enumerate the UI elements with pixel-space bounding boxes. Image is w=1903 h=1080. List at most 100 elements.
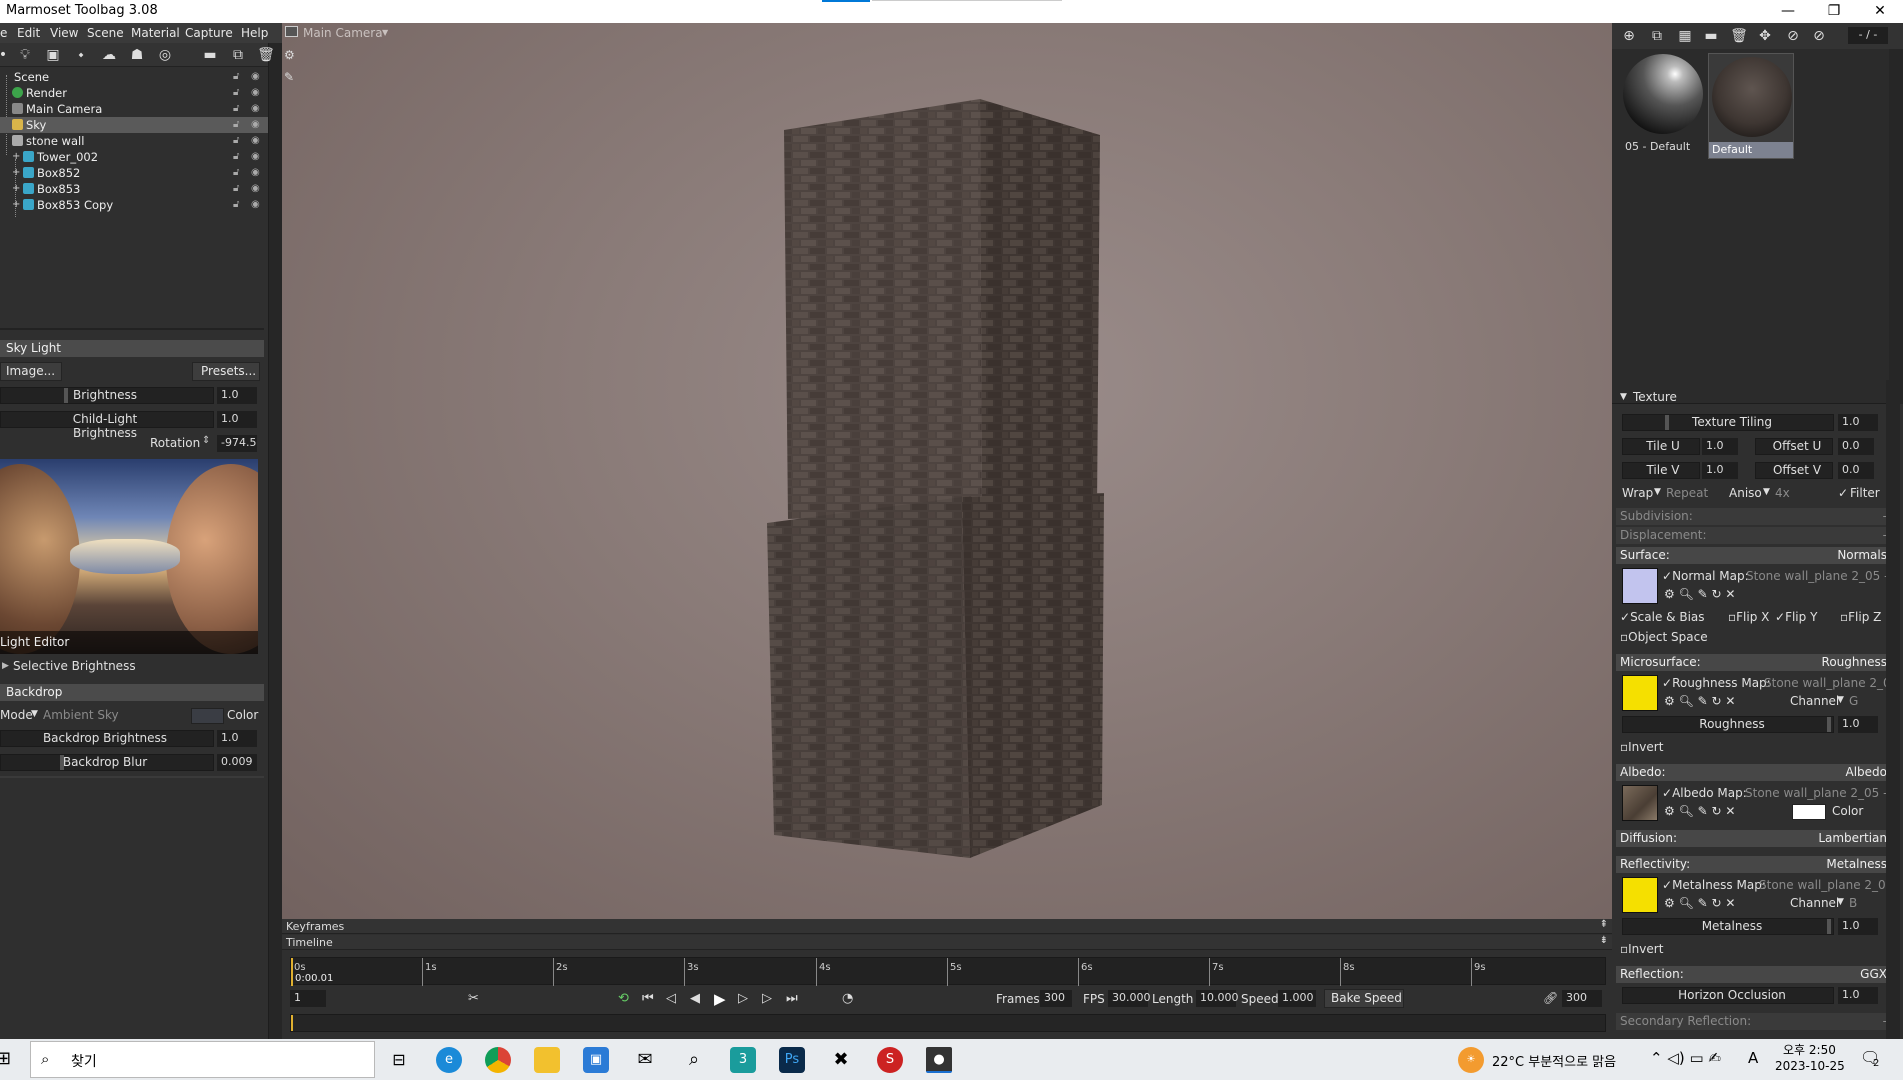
tree-item-tower[interactable]: + Tower_002 🔓︎ ◉ (0, 149, 268, 165)
playhead[interactable] (291, 958, 293, 986)
flip-x-checkbox[interactable]: ▫Flip X (1728, 610, 1769, 624)
roughness-map-file[interactable]: Stone wall_plane 2_05 - (1764, 676, 1890, 690)
albedo-map-label[interactable]: ✓Albedo Map: (1662, 786, 1747, 800)
end-frame-input[interactable]: 300 (1562, 990, 1602, 1007)
lock-icon[interactable]: 🔓︎ (233, 87, 239, 98)
tree-item-box853[interactable]: + Box853 🔓︎ ◉ (0, 181, 268, 197)
windows-start-icon[interactable]: ⊞ (0, 1048, 11, 1069)
roughness-value[interactable]: 1.0 (1838, 716, 1878, 733)
lock-icon[interactable]: 🔓︎ (233, 135, 239, 146)
albedo-map-swatch[interactable] (1622, 785, 1658, 821)
open-folder-icon[interactable]: ▬ (201, 46, 219, 64)
sky-light-header[interactable]: Sky Light (0, 340, 264, 357)
rotation-spinner-icon[interactable]: ⇕ (202, 435, 210, 446)
menu-file[interactable]: e (0, 26, 7, 40)
loop-icon[interactable]: ⟲ (618, 991, 629, 1006)
reflection-header[interactable]: Reflection: GGX (1616, 966, 1893, 983)
menu-edit[interactable]: Edit (17, 26, 40, 40)
delete-icon[interactable]: 🗑︎ (257, 46, 275, 64)
length-input[interactable]: 10.000 (1196, 990, 1239, 1007)
normal-map-swatch[interactable] (1622, 568, 1658, 604)
object-space-checkbox[interactable]: ▫Object Space (1620, 630, 1708, 644)
pin-icon[interactable]: ✎ (284, 70, 294, 84)
speed-input[interactable]: 1.000 (1278, 990, 1316, 1007)
menu-help[interactable]: Help (241, 26, 268, 40)
section-value[interactable]: Albedo (1845, 765, 1887, 779)
restore-button[interactable]: ❐ (1811, 0, 1857, 23)
frames-input[interactable]: 300 (1040, 990, 1072, 1007)
flip-z-checkbox[interactable]: ▫Flip Z (1840, 610, 1881, 624)
folder-icon[interactable]: ▬ (1702, 27, 1720, 45)
turntable-icon[interactable]: ◎ (156, 46, 174, 64)
normal-map-label[interactable]: ✓Normal Map: (1662, 569, 1749, 583)
photoshop-icon[interactable]: Ps (779, 1047, 805, 1073)
checker-icon[interactable]: ▦ (1676, 27, 1694, 45)
selective-brightness-label[interactable]: Selective Brightness (13, 659, 136, 673)
collapse-icon[interactable]: ⇟ (1600, 935, 1608, 946)
material-thumb-default[interactable]: Default (1708, 53, 1794, 159)
map-tool-icons[interactable]: ⚙ 🔍︎ ✎ ↻ ✕ (1664, 694, 1735, 708)
camera-selector[interactable]: Main Camera (303, 26, 383, 40)
right-scrollbar[interactable] (1886, 380, 1900, 1039)
left-scrollbar[interactable] (268, 43, 282, 1039)
timeline-header[interactable]: Timeline ⇟ (282, 935, 1612, 950)
3dsmax-icon[interactable]: 3 (730, 1047, 756, 1073)
light-editor-label[interactable]: Light Editor (0, 635, 69, 649)
backdrop-header[interactable]: Backdrop (0, 684, 264, 701)
speed-icon[interactable]: ◔ (842, 991, 853, 1006)
collapse-arrow-icon[interactable]: ▼ (1620, 392, 1627, 402)
tree-item-box853-copy[interactable]: + Box853 Copy 🔓︎ ◉ (0, 197, 268, 213)
bake-speed-button[interactable]: Bake Speed (1324, 989, 1404, 1008)
slider-handle[interactable] (1665, 415, 1669, 430)
material-thumb-05-default[interactable]: 05 - Default (1622, 53, 1704, 153)
plane-icon[interactable]: ⬩ (72, 46, 90, 64)
roughness-map-label[interactable]: ✓Roughness Map: (1662, 676, 1771, 690)
skip-start-icon[interactable]: ⏮ (642, 991, 654, 1006)
timeline-track[interactable] (290, 1014, 1606, 1032)
normal-map-file[interactable]: Stone wall_plane 2_05 - De (1746, 569, 1890, 583)
map-tool-icons[interactable]: ⚙ 🔍︎ ✎ ↻ ✕ (1664, 896, 1735, 910)
tree-item-box852[interactable]: + Box852 🔓︎ ◉ (0, 165, 268, 181)
store-icon[interactable]: ▣ (583, 1047, 609, 1073)
eye-icon[interactable]: ◉ (251, 151, 260, 162)
lock-icon[interactable]: 🔓︎ (233, 71, 239, 82)
brightness-value[interactable]: 1.0 (217, 387, 257, 404)
play-icon[interactable]: ▶ (714, 990, 726, 1008)
delete-material-icon[interactable]: 🗑︎ (1730, 27, 1748, 45)
channel-value[interactable]: B (1849, 896, 1857, 910)
tile-v-value[interactable]: 1.0 (1702, 462, 1738, 479)
add-material-icon[interactable]: ⊕ (1620, 27, 1638, 45)
eye-icon[interactable]: ◉ (251, 183, 260, 194)
scale-bias-checkbox[interactable]: ✓Scale & Bias (1620, 610, 1705, 624)
dropdown-arrow-icon[interactable]: ▼ (1837, 897, 1844, 907)
material-counter[interactable]: - / - (1848, 27, 1888, 44)
slider-handle[interactable] (1827, 717, 1831, 732)
close-button[interactable]: ✕ (1857, 0, 1903, 23)
offset-v-value[interactable]: 0.0 (1838, 462, 1874, 479)
sky-panorama-preview[interactable]: Light Editor (0, 459, 258, 654)
tree-item-main-camera[interactable]: Main Camera 🔓︎ ◉ (0, 101, 268, 117)
channel-value[interactable]: G (1849, 694, 1858, 708)
weather-icon[interactable]: ☀ (1458, 1047, 1484, 1073)
duplicate-material-icon[interactable]: ⧉ (1648, 27, 1666, 45)
menu-material[interactable]: Material (131, 26, 180, 40)
clock-date[interactable]: 2023-10-25 (1775, 1059, 1845, 1073)
eye-icon[interactable]: ◉ (251, 199, 260, 210)
lock-icon[interactable]: 🔓︎ (233, 103, 239, 114)
export-icon[interactable]: ⊘ (1810, 27, 1828, 45)
eye-icon[interactable]: ◉ (251, 119, 260, 130)
diffusion-header[interactable]: Diffusion: Lambertian (1616, 830, 1893, 847)
rotation-value[interactable]: -974.5 (217, 435, 257, 452)
eye-icon[interactable]: ◉ (251, 167, 260, 178)
section-value[interactable]: Lambertian (1818, 831, 1887, 845)
tree-item-scene[interactable]: Scene 🔓︎ ◉ (0, 69, 268, 85)
slider-handle[interactable] (64, 388, 68, 403)
backdrop-color-swatch[interactable] (191, 708, 224, 724)
secondary-reflection-header[interactable]: Secondary Reflection: - (1616, 1013, 1893, 1030)
metalness-map-swatch[interactable] (1622, 877, 1658, 913)
step-back-icon[interactable]: ◀ (690, 991, 700, 1006)
taskbar-search[interactable]: ⌕ 찾기 (30, 1041, 375, 1078)
reflectivity-header[interactable]: Reflectivity: Metalness (1616, 856, 1893, 873)
albedo-map-file[interactable]: Stone wall_plane 2_05 - Def (1745, 786, 1890, 800)
mode-value[interactable]: Ambient Sky (43, 708, 119, 722)
